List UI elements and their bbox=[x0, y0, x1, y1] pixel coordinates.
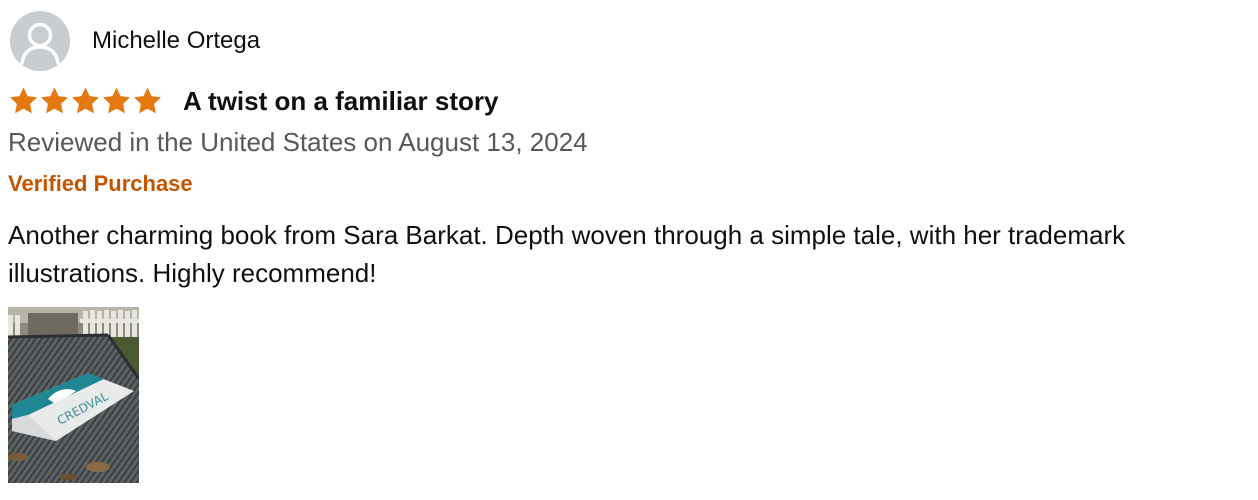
avatar bbox=[10, 11, 70, 71]
star-icon bbox=[134, 87, 161, 114]
star-icon bbox=[41, 87, 68, 114]
star-icon bbox=[103, 87, 130, 114]
star-icon bbox=[10, 87, 37, 114]
default-user-avatar-icon bbox=[10, 11, 70, 71]
review-title[interactable]: A twist on a familiar story bbox=[183, 88, 498, 114]
star-rating[interactable] bbox=[8, 86, 163, 116]
verified-purchase-badge: Verified Purchase bbox=[8, 171, 193, 196]
review-photo-thumbnail[interactable]: CREDVAL bbox=[8, 307, 139, 483]
rating-row: A twist on a familiar story bbox=[8, 86, 498, 116]
review-body: Another charming book from Sara Barkat. … bbox=[8, 220, 1126, 288]
review-date: Reviewed in the United States on August … bbox=[8, 127, 588, 157]
reviewer-profile[interactable]: Michelle Ortega bbox=[10, 11, 260, 71]
book-photo-image: CREDVAL bbox=[8, 307, 139, 483]
reviewer-name: Michelle Ortega bbox=[92, 27, 261, 54]
customer-review: Michelle Ortega A twist on a familiar st… bbox=[0, 0, 1258, 500]
star-icon bbox=[72, 87, 99, 114]
